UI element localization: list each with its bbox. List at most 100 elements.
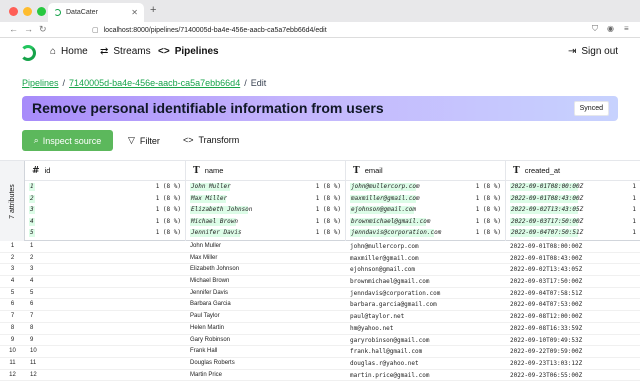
datacater-logo[interactable] (20, 45, 36, 61)
filter-icon: ▽ (128, 135, 135, 145)
table-row[interactable]: 8 8 Helen Martin hm@yahoo.net 2022-09-08T16:… (0, 323, 640, 335)
table-row[interactable]: 5 5 Jennifer Davis jenndavis@corporation.co… (0, 288, 640, 300)
table-cell: John Muller (190, 243, 222, 249)
home-icon: ⌂ (50, 46, 57, 57)
table-cell: garyrobinson@gmail.com (350, 336, 430, 344)
column-email[interactable]: Temail john@mullercorp.com 1 (8 %) maxmil… (346, 161, 506, 241)
profile-value: jenndavis@corporation.com 1 (8 %) (350, 229, 501, 237)
transform-label: Transform (198, 135, 240, 145)
table-row[interactable]: 1 1 John Muller john@mullercorp.com 2022-09-… (0, 241, 640, 253)
close-window-button[interactable] (9, 7, 18, 16)
table-cell: hm@yahoo.net (350, 324, 394, 332)
table-cell: 2022-09-02T13:43:05Z (510, 266, 583, 274)
column-name: name (204, 166, 224, 175)
browser-toolbar: ← → ↻ ▢ localhost:8000/pipelines/7140005… (0, 22, 640, 38)
status-badge: Synced (573, 101, 609, 116)
table-cell: Douglas Roberts (190, 359, 235, 366)
table-cell: 1 (30, 243, 34, 249)
profile-header-row: 7 attributes # id 11 (8 %) 21 (8 %) 31 (8… (0, 161, 640, 241)
pipeline-title-banner: Remove personal identifiable information… (22, 96, 618, 121)
maximize-window-button[interactable] (37, 7, 46, 16)
profile-value: 11 (8 %) (29, 183, 181, 191)
breadcrumb-pipelines[interactable]: Pipelines (22, 78, 59, 88)
address-bar[interactable]: ▢ localhost:8000/pipelines/7140005d-ba4e… (86, 23, 556, 37)
inspect-source-button[interactable]: ⌕ Inspect source (22, 130, 113, 151)
column-id[interactable]: # id 11 (8 %) 21 (8 %) 31 (8 %) 41 (8 %) … (25, 161, 186, 241)
table-cell: Max Miller (190, 254, 218, 261)
profile-value: 2022-09-01T08:43:00Z 1 (510, 194, 636, 203)
table-row[interactable]: 4 4 Michael Brown brownmichael@gmail.com 202… (0, 276, 640, 288)
breadcrumb-separator: / (62, 78, 66, 88)
menu-icon[interactable]: ≡ (624, 24, 629, 33)
filter-button[interactable]: ▽ Filter (128, 135, 160, 146)
back-icon[interactable]: ← (9, 24, 18, 34)
row-number: 1 (10, 243, 15, 249)
table-cell: frank.hall@gmail.com (350, 348, 423, 356)
attributes-count-label: 7 attributes (8, 183, 16, 219)
profile-value: brownmichael@gmail.com 1 (8 %) (350, 217, 501, 226)
table-cell: Martin Price (190, 371, 223, 378)
column-name[interactable]: Tname John Muller 1 (8 %) Max Miller 1 (8 … (186, 161, 346, 241)
data-rows: 1 1 John Muller john@mullercorp.com 2022-09-… (0, 241, 640, 382)
forward-icon[interactable]: → (24, 24, 33, 34)
reload-icon[interactable]: ↻ (39, 24, 47, 35)
table-row[interactable]: 10 10 Frank Hall frank.hall@gmail.com 2022-0… (0, 346, 640, 358)
table-row[interactable]: 11 11 Douglas Roberts douglas.r@yahoo.net 20… (0, 358, 640, 370)
profile-value: Michael Brown 1 (8 %) (190, 217, 341, 226)
nav-streams[interactable]: ⇄ Streams (100, 46, 151, 57)
table-row[interactable]: 12 12 Martin Price martin.price@gmail.com 20… (0, 370, 640, 382)
nav-pipelines[interactable]: <> Pipelines (158, 46, 219, 57)
sign-out-label: Sign out (581, 46, 619, 57)
table-cell: Paul Taylor (190, 313, 220, 320)
browser-tab[interactable]: DataCater ✕ (48, 3, 144, 22)
pipeline-title[interactable]: Remove personal identifiable information… (32, 100, 384, 116)
profile-value: john@mullercorp.com 1 (8 %) (350, 183, 501, 191)
new-tab-icon[interactable]: + (150, 4, 156, 16)
table-cell: Jennifer Davis (190, 289, 229, 296)
datacater-favicon-icon (54, 9, 61, 16)
number-type-icon: # (32, 165, 40, 176)
text-type-icon: T (513, 165, 520, 176)
table-cell: 12 (30, 371, 37, 378)
column-name: created_at (524, 166, 561, 175)
table-cell: Michael Brown (190, 278, 230, 285)
close-tab-icon[interactable]: ✕ (131, 8, 138, 17)
transform-button[interactable]: <> Transform (183, 135, 239, 145)
profile-value: Max Miller 1 (8 %) (190, 194, 341, 203)
breadcrumb-pipeline-id[interactable]: 7140005d-ba4e-456e-aacb-ca5a7ebb66d4 (69, 78, 240, 88)
row-number: 11 (9, 359, 16, 366)
table-cell: Barbara Garcia (190, 301, 231, 308)
profile-value: 31 (8 %) (29, 206, 181, 214)
code-icon: <> (158, 46, 170, 57)
minimize-window-button[interactable] (23, 7, 32, 16)
account-icon[interactable]: ◉ (607, 24, 614, 33)
window-controls (9, 7, 46, 16)
table-cell: 9 (30, 336, 34, 343)
table-cell: 2022-09-08T12:00:00Z (510, 313, 583, 321)
search-icon: ⌕ (33, 135, 39, 145)
table-row[interactable]: 3 3 Elizabeth Johnson ejohnson@gmail.com 202… (0, 264, 640, 277)
table-cell: 10 (30, 348, 37, 355)
nav-home[interactable]: ⌂ Home (50, 46, 88, 57)
row-number: 2 (10, 254, 15, 261)
row-number: 6 (10, 301, 15, 308)
column-created-at[interactable]: Tcreated_at 2022-09-01T08:00:00Z 1 2022-0… (506, 161, 640, 241)
nav-home-label: Home (61, 46, 88, 57)
profile-value: 2022-09-04T07:50:51Z 1 (510, 229, 636, 237)
table-cell: 2022-09-04T07:58:51Z (510, 289, 583, 297)
shield-icon[interactable]: ⛉ (592, 24, 598, 34)
table-cell: martin.price@gmail.com (350, 371, 430, 379)
table-row[interactable]: 2 2 Max Miller maxmiller@gmail.com 2022-09-0… (0, 253, 640, 265)
table-row[interactable]: 7 7 Paul Taylor paul@taylor.net 2022-09-08T1… (0, 311, 640, 323)
row-number: 4 (10, 278, 15, 285)
table-row[interactable]: 6 6 Barbara Garcia barbara.garcia@gmail.com… (0, 299, 640, 312)
profile-value: Jennifer Davis 1 (8 %) (190, 229, 341, 237)
url-text: localhost:8000/pipelines/7140005d-ba4e-4… (103, 26, 327, 34)
table-row[interactable]: 9 9 Gary Robinson garyrobinson@gmail.com 202… (0, 335, 640, 347)
sign-out-button[interactable]: ⇥ Sign out (568, 46, 618, 57)
row-number: 10 (9, 348, 16, 355)
table-cell: 2022-09-08T16:33:59Z (510, 324, 583, 332)
column-name: id (44, 166, 51, 175)
table-cell: ejohnson@gmail.com (350, 266, 416, 274)
table-cell: douglas.r@yahoo.net (350, 359, 419, 367)
